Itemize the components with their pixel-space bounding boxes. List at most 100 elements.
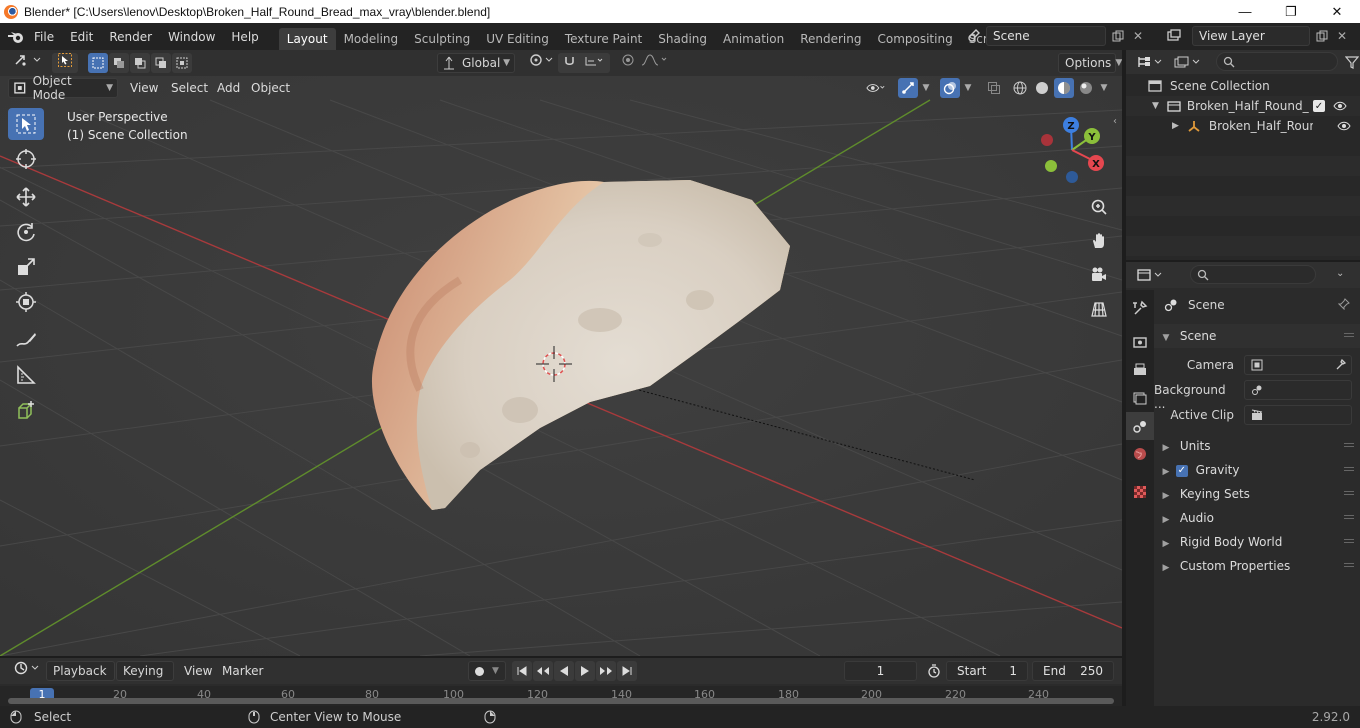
eye-icon[interactable] xyxy=(1337,121,1351,131)
timeline-ruler[interactable]: 1 20 40 60 80 100 120 140 160 180 200 22… xyxy=(0,686,1122,706)
timeline-menu-view[interactable]: View xyxy=(178,661,218,681)
timeline-editor-icon[interactable] xyxy=(8,661,48,681)
scene-icon[interactable] xyxy=(964,26,984,46)
outliner-editor-icon[interactable] xyxy=(1136,52,1164,72)
menu-select[interactable]: Select xyxy=(165,78,214,98)
menu-help[interactable]: Help xyxy=(223,26,266,48)
prev-keyframe-icon[interactable] xyxy=(533,661,553,681)
select-difference-icon[interactable] xyxy=(151,53,171,73)
background-scene-field[interactable] xyxy=(1244,380,1352,400)
texture-tab-icon[interactable] xyxy=(1126,478,1154,506)
menu-render[interactable]: Render xyxy=(101,26,160,48)
scene-selector[interactable]: Scene xyxy=(986,26,1106,46)
close-window-button[interactable]: ✕ xyxy=(1314,0,1360,23)
measure-tool[interactable] xyxy=(8,359,44,391)
drag-handle-icon[interactable] xyxy=(1344,515,1354,521)
play-icon[interactable] xyxy=(575,661,595,681)
menu-edit[interactable]: Edit xyxy=(62,26,101,48)
neg-y-axis[interactable] xyxy=(1045,160,1057,172)
view-layer-selector[interactable]: View Layer xyxy=(1192,26,1310,46)
delete-scene-icon[interactable]: ✕ xyxy=(1128,26,1148,46)
move-tool[interactable] xyxy=(8,181,44,213)
properties-search-input[interactable] xyxy=(1190,265,1316,284)
zoom-icon[interactable] xyxy=(1086,194,1112,220)
drag-handle-icon[interactable] xyxy=(1344,443,1354,449)
3d-viewport[interactable]: Global ▼ Options ▼ Object Mode ▼ View Se… xyxy=(0,50,1122,656)
start-frame-field[interactable]: Start 1 xyxy=(946,661,1028,681)
eyedropper-icon[interactable] xyxy=(1335,357,1347,376)
select-extend-icon[interactable] xyxy=(109,53,129,73)
select-tweak-icon[interactable] xyxy=(52,53,78,73)
tab-modeling[interactable]: Modeling xyxy=(336,28,407,50)
pin-icon[interactable] xyxy=(1337,297,1350,313)
proportional-edit-icon[interactable] xyxy=(614,53,678,73)
exclude-checkbox[interactable]: ✓ xyxy=(1312,100,1325,112)
scene-tab-icon[interactable] xyxy=(1126,412,1154,440)
timeline-scrollbar[interactable] xyxy=(8,698,1114,704)
tool-tab-icon[interactable] xyxy=(1126,294,1154,322)
custom-properties-panel-header[interactable]: ▶ Custom Properties xyxy=(1154,554,1360,578)
drag-handle-icon[interactable] xyxy=(1344,563,1354,569)
select-intersect-icon[interactable] xyxy=(172,53,192,73)
rigid-body-world-panel-header[interactable]: ▶ Rigid Body World xyxy=(1154,530,1360,554)
drag-handle-icon[interactable] xyxy=(1344,491,1354,497)
tab-shading[interactable]: Shading xyxy=(650,28,715,50)
perspective-toggle-icon[interactable] xyxy=(1086,296,1112,322)
select-new-icon[interactable] xyxy=(88,53,108,73)
shading-wireframe-icon[interactable] xyxy=(1010,78,1030,98)
transform-orientation-dropdown[interactable]: Global ▼ xyxy=(437,53,515,73)
neg-x-axis[interactable] xyxy=(1041,134,1053,146)
pan-hand-icon[interactable] xyxy=(1086,228,1112,254)
maximize-button[interactable]: ❐ xyxy=(1268,0,1314,23)
jump-start-icon[interactable] xyxy=(512,661,532,681)
menu-file[interactable]: File xyxy=(26,26,62,48)
drag-handle-icon[interactable] xyxy=(1344,467,1354,473)
minimize-button[interactable]: — xyxy=(1222,0,1268,23)
gizmo-toggle-icon[interactable] xyxy=(898,78,918,98)
chevron-down-icon[interactable]: ▼ xyxy=(1098,83,1110,93)
drag-handle-icon[interactable] xyxy=(1344,333,1354,339)
mode-dropdown[interactable]: Object Mode ▼ xyxy=(8,74,118,102)
properties-editor-icon[interactable] xyxy=(1136,265,1164,285)
view-layer-tab-icon[interactable] xyxy=(1126,384,1154,412)
current-frame-field[interactable]: 1 xyxy=(844,661,917,681)
camera-view-icon[interactable] xyxy=(1086,262,1112,288)
tab-layout[interactable]: Layout xyxy=(278,28,336,50)
pivot-point-icon[interactable] xyxy=(522,53,562,73)
xray-icon[interactable] xyxy=(984,78,1004,98)
overlays-icon[interactable] xyxy=(940,78,960,98)
jump-end-icon[interactable] xyxy=(617,661,637,681)
next-keyframe-icon[interactable] xyxy=(596,661,616,681)
camera-field[interactable] xyxy=(1244,355,1352,375)
view-layer-icon[interactable] xyxy=(1164,26,1184,46)
select-subtract-icon[interactable] xyxy=(130,53,150,73)
blender-menu-icon[interactable] xyxy=(6,27,26,47)
auto-keying-toggle[interactable]: ▼ xyxy=(468,661,506,681)
keying-sets-panel-header[interactable]: ▶ Keying Sets xyxy=(1154,482,1360,506)
cursor-tool[interactable] xyxy=(8,143,44,175)
options-dropdown[interactable]: Options ▼ xyxy=(1058,53,1122,73)
eye-icon[interactable] xyxy=(1333,101,1347,111)
delete-view-layer-icon[interactable]: ✕ xyxy=(1332,26,1352,46)
snap-icon[interactable] xyxy=(558,53,610,73)
active-clip-field[interactable] xyxy=(1244,405,1352,425)
playback-dropdown[interactable]: Playback ▼ xyxy=(46,661,115,696)
shading-material-icon[interactable] xyxy=(1054,78,1074,98)
transform-tool[interactable] xyxy=(8,286,44,318)
expand-triangle-icon[interactable]: ▼ xyxy=(1152,101,1159,111)
keying-dropdown[interactable]: Keying ▼ xyxy=(116,661,174,696)
world-tab-icon[interactable] xyxy=(1126,440,1154,468)
drag-handle-icon[interactable] xyxy=(1344,539,1354,545)
menu-view[interactable]: View xyxy=(124,78,164,98)
end-frame-field[interactable]: End 250 xyxy=(1032,661,1114,681)
copy-scene-icon[interactable] xyxy=(1108,26,1128,46)
select-box-tool[interactable] xyxy=(8,108,44,140)
render-tab-icon[interactable] xyxy=(1126,328,1154,356)
add-cube-tool[interactable] xyxy=(8,395,44,427)
tab-animation[interactable]: Animation xyxy=(715,28,792,50)
neg-z-axis[interactable] xyxy=(1066,171,1078,183)
scene-panel-header[interactable]: ▼ Scene xyxy=(1154,324,1360,348)
expand-triangle-icon[interactable]: ▶ xyxy=(1172,121,1179,131)
sidebar-toggle-icon[interactable]: ‹ xyxy=(1113,116,1117,127)
navigation-gizmo[interactable]: Z Y X xyxy=(1036,112,1112,188)
